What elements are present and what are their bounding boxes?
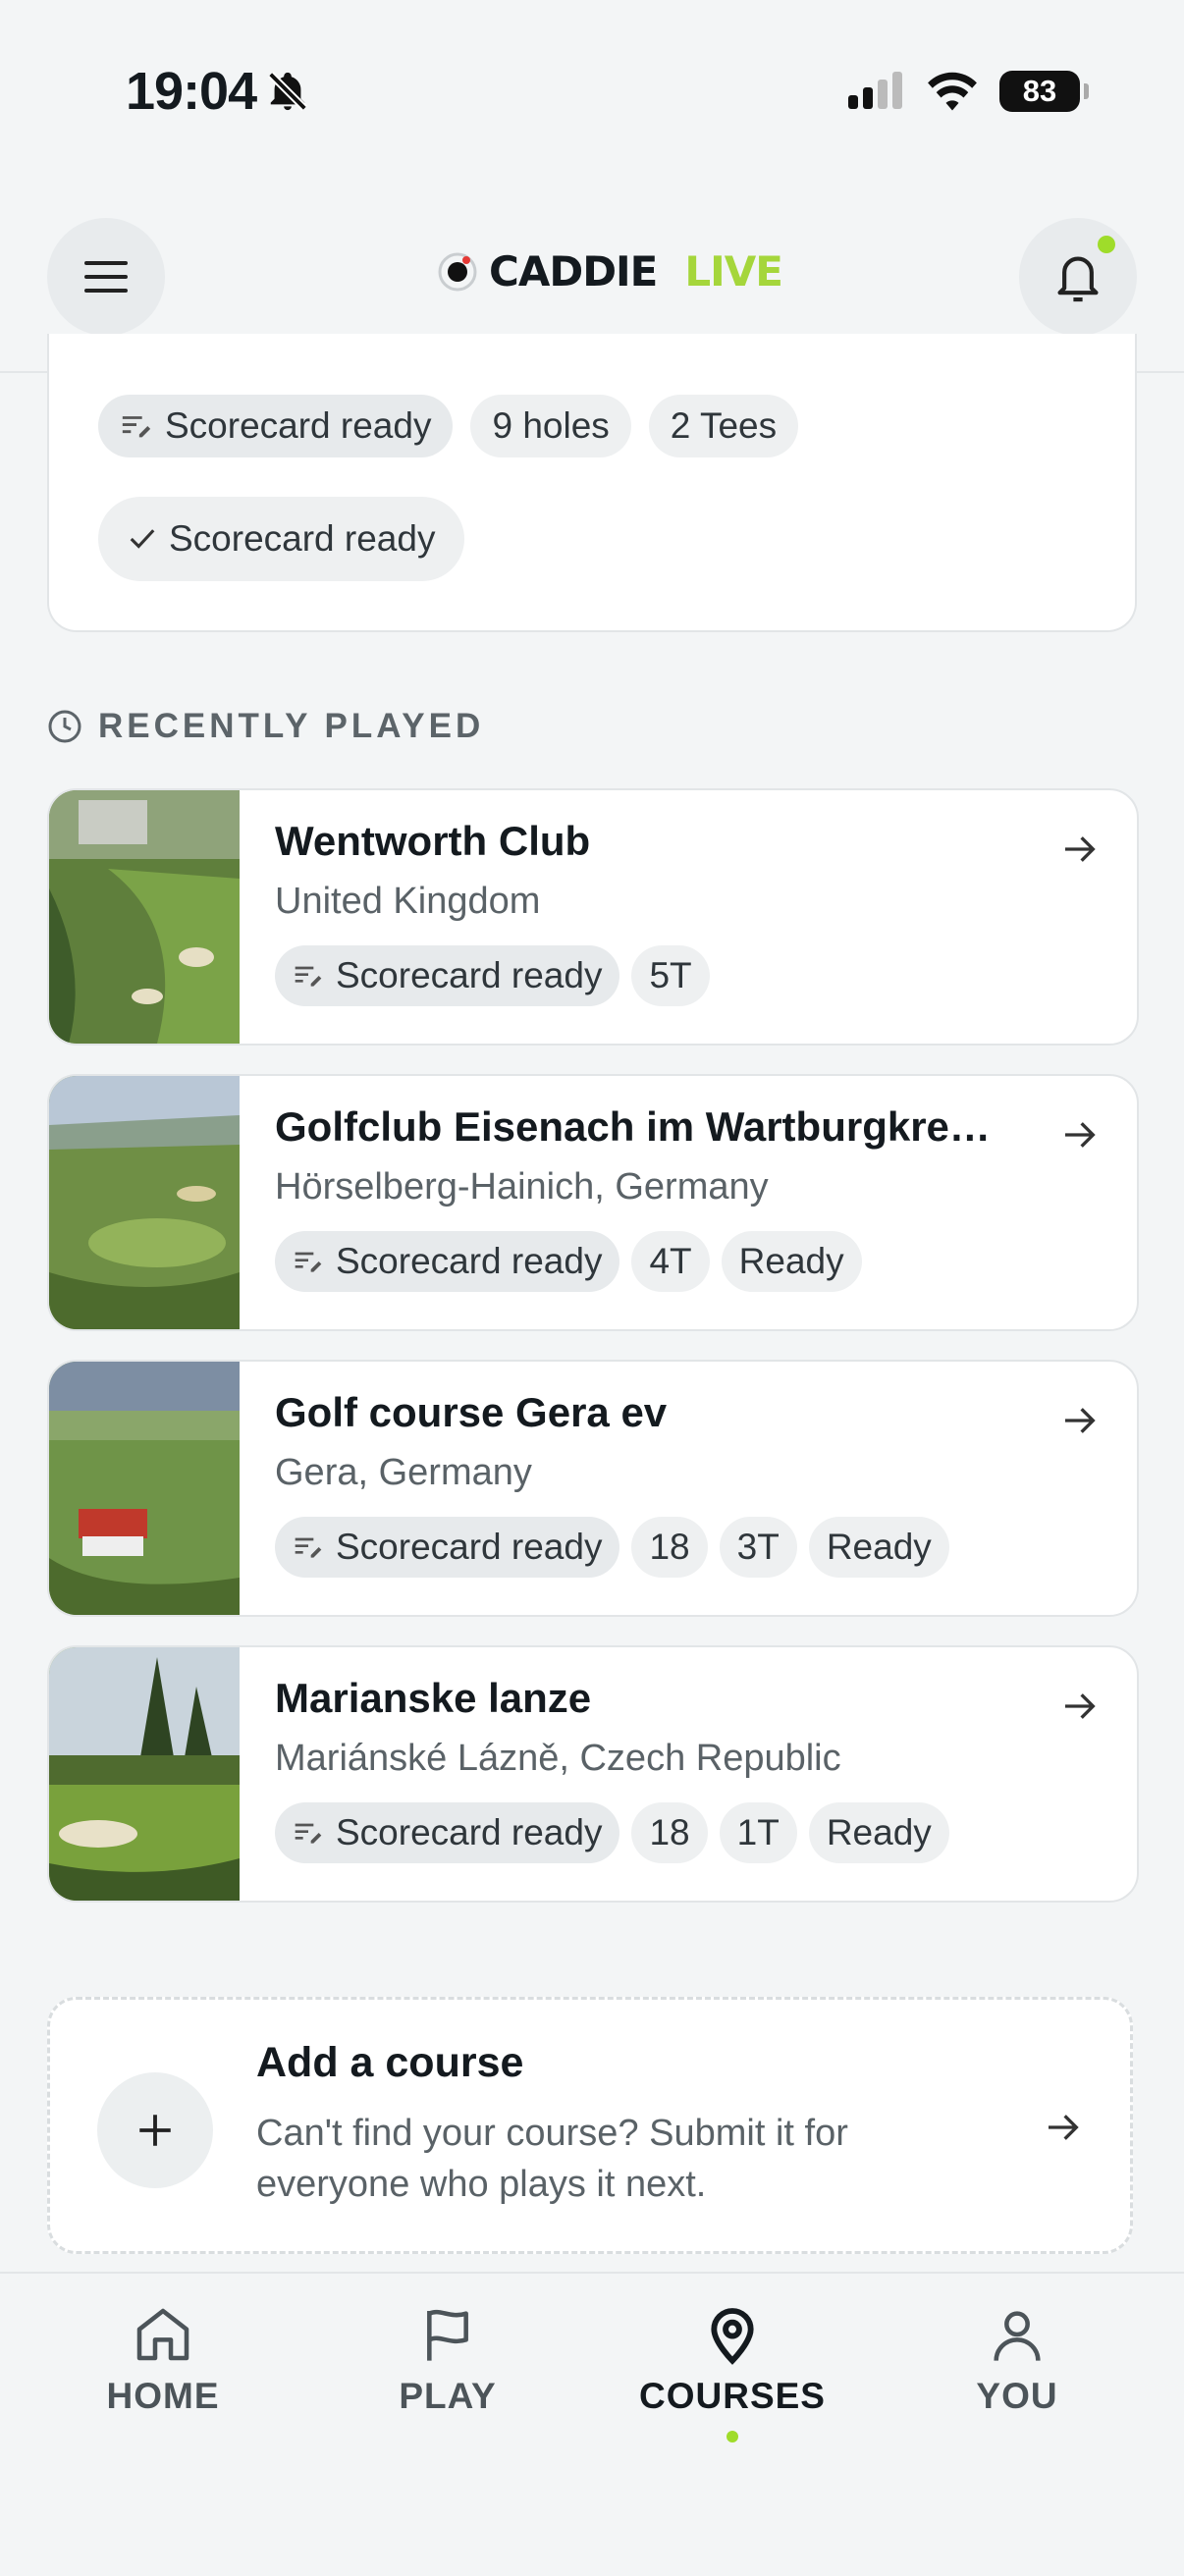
course-name: Marianske lanze xyxy=(275,1675,592,1721)
course-card[interactable]: Golfclub Eisenach im Wartburgkre… Hörsel… xyxy=(47,1074,1139,1331)
course-location: Mariánské Lázně, Czech Republic xyxy=(275,1738,841,1779)
app-logo: CADDIE LIVE xyxy=(438,247,783,295)
tab-courses[interactable]: COURSES xyxy=(624,2303,840,2442)
add-course-plus xyxy=(97,2072,213,2188)
arrow-right-icon xyxy=(1065,1693,1096,1719)
battery-level: 83 xyxy=(1022,74,1057,108)
clock-icon xyxy=(48,710,81,743)
add-course-description: Can't find your course? Submit it for ev… xyxy=(256,2113,848,2205)
scorecard-chip: Scorecard ready xyxy=(275,1231,620,1292)
map-pin-icon xyxy=(711,2308,754,2365)
holes-chip: 18 xyxy=(631,1517,708,1578)
course-summary-card[interactable]: Scorecard ready 9 holes 2 Tees Scorecard… xyxy=(47,334,1137,632)
scorecard-icon xyxy=(122,416,151,438)
home-icon xyxy=(136,2308,189,2361)
course-card[interactable]: Golf course Gera ev Gera, Germany Scorec… xyxy=(47,1360,1139,1617)
tees-chip: 1T xyxy=(719,1802,797,1863)
silent-mode-icon xyxy=(265,69,310,119)
battery-indicator: 83 xyxy=(999,71,1089,112)
cellular-signal-icon xyxy=(848,72,902,109)
scorecard-icon xyxy=(295,966,322,987)
ready-chip: Ready xyxy=(808,1802,949,1863)
course-thumbnail xyxy=(49,790,240,1044)
active-tab-indicator xyxy=(727,2431,738,2442)
course-location: Hörselberg-Hainich, Germany xyxy=(275,1166,769,1208)
scorecard-chip: Scorecard ready xyxy=(275,1517,620,1578)
scorecard-chip: Scorecard ready xyxy=(98,395,454,457)
course-card[interactable]: Wentworth Club United Kingdom Scorecard … xyxy=(47,788,1139,1046)
logo-mark-icon xyxy=(438,252,477,291)
tees-chip: 4T xyxy=(631,1231,710,1292)
add-course-title: Add a course xyxy=(256,2039,524,2086)
add-course-card[interactable]: Add a course Can't find your course? Sub… xyxy=(47,1997,1133,2254)
brand-name: CADDIE xyxy=(489,247,658,295)
hamburger-icon xyxy=(84,261,128,293)
holes-chip: 9 holes xyxy=(470,395,631,457)
arrow-right-icon xyxy=(1065,836,1096,862)
scorecard-icon xyxy=(295,1823,322,1844)
scorecard-chip: Scorecard ready xyxy=(275,1802,620,1863)
course-card[interactable]: Marianske lanze Mariánské Lázně, Czech R… xyxy=(47,1645,1139,1903)
check-icon xyxy=(130,529,155,549)
scorecard-chip: Scorecard ready xyxy=(275,945,620,1006)
tees-chip: 2 Tees xyxy=(648,395,799,457)
ready-chip: Ready xyxy=(808,1517,949,1578)
course-name: Golf course Gera ev xyxy=(275,1389,668,1435)
tab-home[interactable]: HOME xyxy=(55,2303,271,2417)
tab-you[interactable]: YOU xyxy=(909,2303,1125,2417)
tees-chip: 3T xyxy=(719,1517,797,1578)
flag-icon xyxy=(427,2309,468,2361)
scorecard-icon xyxy=(295,1252,322,1272)
course-location: Gera, Germany xyxy=(275,1452,532,1493)
user-icon xyxy=(994,2311,1041,2361)
notification-badge xyxy=(1098,236,1115,253)
brand-accent: LIVE xyxy=(684,247,783,295)
course-name: Wentworth Club xyxy=(275,818,591,864)
arrow-right-icon xyxy=(1065,1408,1096,1433)
tees-chip: 5T xyxy=(631,945,710,1006)
recently-played-header: RECENTLY PLAYED xyxy=(47,707,484,746)
notifications-button[interactable] xyxy=(1019,218,1137,336)
course-thumbnail xyxy=(49,1076,240,1329)
holes-chip: 18 xyxy=(631,1802,708,1863)
arrow-right-icon xyxy=(1049,2115,1079,2140)
wifi-icon xyxy=(928,72,977,111)
arrow-right-icon xyxy=(1065,1122,1096,1148)
course-thumbnail xyxy=(49,1647,240,1901)
status-indicators: 83 xyxy=(846,71,1089,112)
ready-chip: Ready xyxy=(721,1231,862,1292)
tab-play[interactable]: PLAY xyxy=(340,2303,556,2417)
plus-icon xyxy=(139,2115,171,2146)
bottom-tab-bar: HOME PLAY COURSES YOU xyxy=(0,2272,1184,2576)
bell-icon xyxy=(1057,256,1099,302)
menu-button[interactable] xyxy=(47,218,165,336)
course-location: United Kingdom xyxy=(275,881,541,922)
status-time: 19:04 xyxy=(126,62,257,121)
scorecard-ready-chip: Scorecard ready xyxy=(98,497,465,581)
scorecard-icon xyxy=(295,1537,322,1558)
course-name: Golfclub Eisenach im Wartburgkre… xyxy=(275,1103,991,1150)
course-thumbnail xyxy=(49,1362,240,1615)
